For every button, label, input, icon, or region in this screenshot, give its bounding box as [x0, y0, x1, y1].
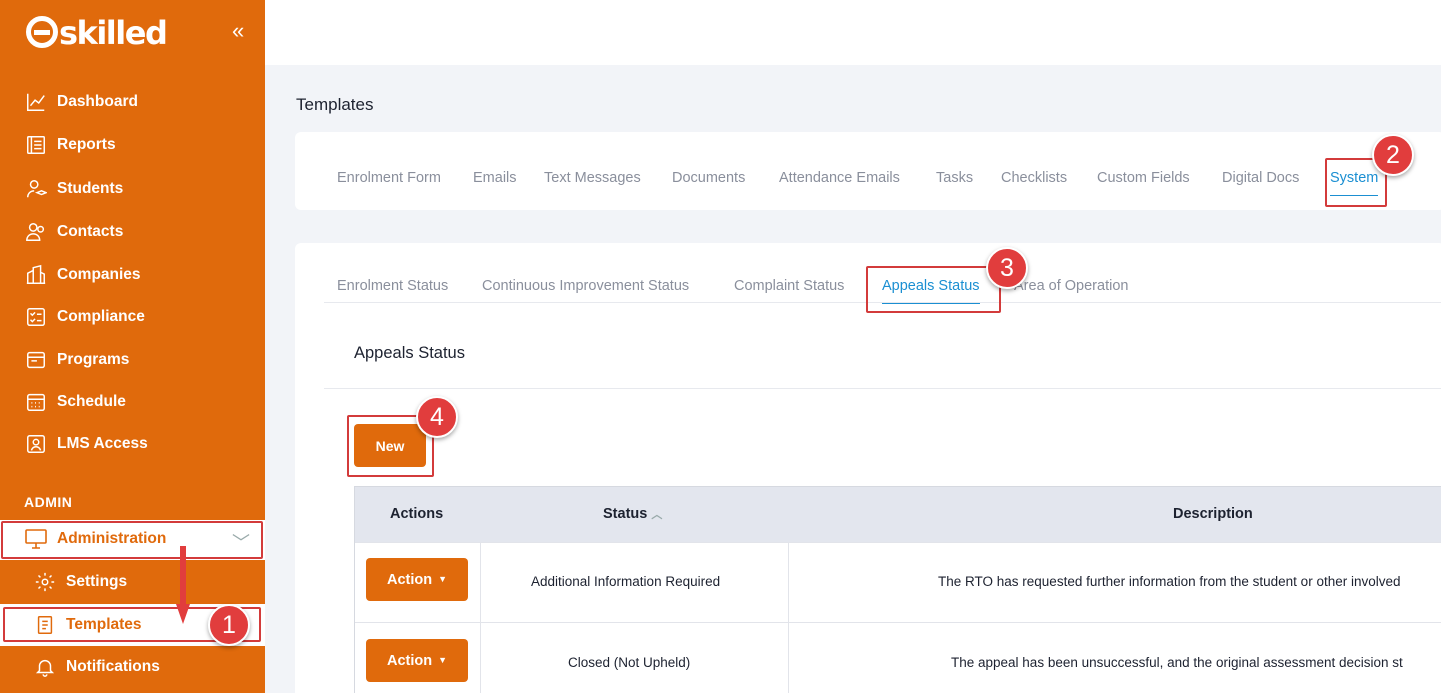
description-cell: The appeal has been unsuccessful, and th…: [951, 655, 1403, 670]
report-icon: [24, 133, 48, 157]
sidebar-item-programs[interactable]: Programs: [24, 347, 129, 373]
tab-emails[interactable]: Emails: [473, 170, 517, 186]
annotation-badge-4: 4: [416, 396, 458, 438]
sidebar-item-lms-access[interactable]: LMS Access: [24, 431, 148, 457]
lms-icon: [24, 432, 48, 456]
annotation-badge-2: 2: [1372, 134, 1414, 176]
contacts-icon: [24, 220, 48, 244]
logo-e-icon: [26, 16, 58, 48]
down-arrow-icon: [176, 546, 190, 624]
sidebar-item-compliance[interactable]: Compliance: [24, 304, 145, 330]
description-cell: The RTO has requested further informatio…: [938, 574, 1401, 589]
tab-continuous-improvement-status[interactable]: Continuous Improvement Status: [482, 278, 689, 294]
building-icon: [24, 263, 48, 287]
column-divider: [480, 542, 481, 693]
collapse-sidebar-icon[interactable]: «: [232, 18, 244, 44]
eskilled-logo[interactable]: skilled: [26, 14, 168, 52]
header-description: Description: [1173, 506, 1253, 522]
sidebar: skilled « Dashboard Reports Students Con…: [0, 0, 265, 693]
header-actions: Actions: [390, 506, 444, 522]
gear-icon: [35, 572, 55, 592]
sort-up-icon: ︿: [651, 509, 663, 521]
admin-heading: ADMIN: [24, 494, 73, 510]
sidebar-item-reports[interactable]: Reports: [24, 132, 116, 158]
tab-checklists[interactable]: Checklists: [1001, 170, 1067, 186]
tab-digital-docs[interactable]: Digital Docs: [1222, 170, 1299, 186]
table-row: Action ▼ Additional Information Required …: [355, 542, 1441, 622]
tab-complaint-status[interactable]: Complaint Status: [734, 278, 844, 294]
header-status[interactable]: Status ︿: [603, 506, 662, 522]
tab-area-of-operation[interactable]: Area of Operation: [1014, 278, 1128, 294]
sidebar-item-schedule[interactable]: Schedule: [24, 389, 126, 415]
tab-tasks[interactable]: Tasks: [936, 170, 973, 186]
students-icon: [24, 177, 48, 201]
action-dropdown-button[interactable]: Action ▼: [366, 639, 468, 682]
sidebar-item-settings[interactable]: Settings: [34, 571, 127, 593]
table-row: Action ▼ Closed (Not Upheld) The appeal h…: [355, 622, 1441, 693]
table-header: Actions Status ︿ Description: [355, 487, 1441, 542]
tab-enrolment-status[interactable]: Enrolment Status: [337, 278, 448, 294]
column-divider: [788, 542, 789, 693]
top-bar: [265, 0, 1441, 65]
highlight-appeals-status-tab: [866, 266, 1001, 313]
tab-text-messages[interactable]: Text Messages: [544, 170, 641, 186]
bell-icon: [35, 659, 55, 677]
template-tabs: Enrolment Form Emails Text Messages Docu…: [295, 132, 1441, 210]
status-cell: Closed (Not Upheld): [568, 655, 691, 670]
sidebar-item-contacts[interactable]: Contacts: [24, 219, 123, 245]
sidebar-item-students[interactable]: Students: [24, 176, 123, 202]
checklist-icon: [24, 305, 48, 329]
appeals-status-table: Actions Status ︿ Description Action ▼ Addi…: [354, 486, 1441, 693]
tab-enrolment-form[interactable]: Enrolment Form: [337, 170, 441, 186]
tab-attendance-emails[interactable]: Attendance Emails: [779, 170, 900, 186]
annotation-badge-3: 3: [986, 247, 1028, 289]
action-dropdown-button[interactable]: Action ▼: [366, 558, 468, 601]
highlight-administration: [1, 521, 263, 559]
tab-custom-fields[interactable]: Custom Fields: [1097, 170, 1190, 186]
sidebar-item-dashboard[interactable]: Dashboard: [24, 89, 138, 115]
programs-icon: [24, 348, 48, 372]
tab-documents[interactable]: Documents: [672, 170, 745, 186]
annotation-badge-1: 1: [208, 604, 250, 646]
caret-down-icon: ▼: [438, 654, 448, 665]
section-title: Appeals Status: [354, 344, 465, 362]
sidebar-item-companies[interactable]: Companies: [24, 262, 141, 288]
chart-line-icon: [24, 90, 48, 114]
sidebar-item-notifications[interactable]: Notifications: [34, 656, 160, 678]
section-divider: [324, 388, 1441, 389]
caret-down-icon: ▼: [438, 573, 448, 584]
status-cell: Additional Information Required: [531, 574, 721, 589]
calendar-icon: [24, 390, 48, 414]
page-title: Templates: [296, 95, 374, 114]
